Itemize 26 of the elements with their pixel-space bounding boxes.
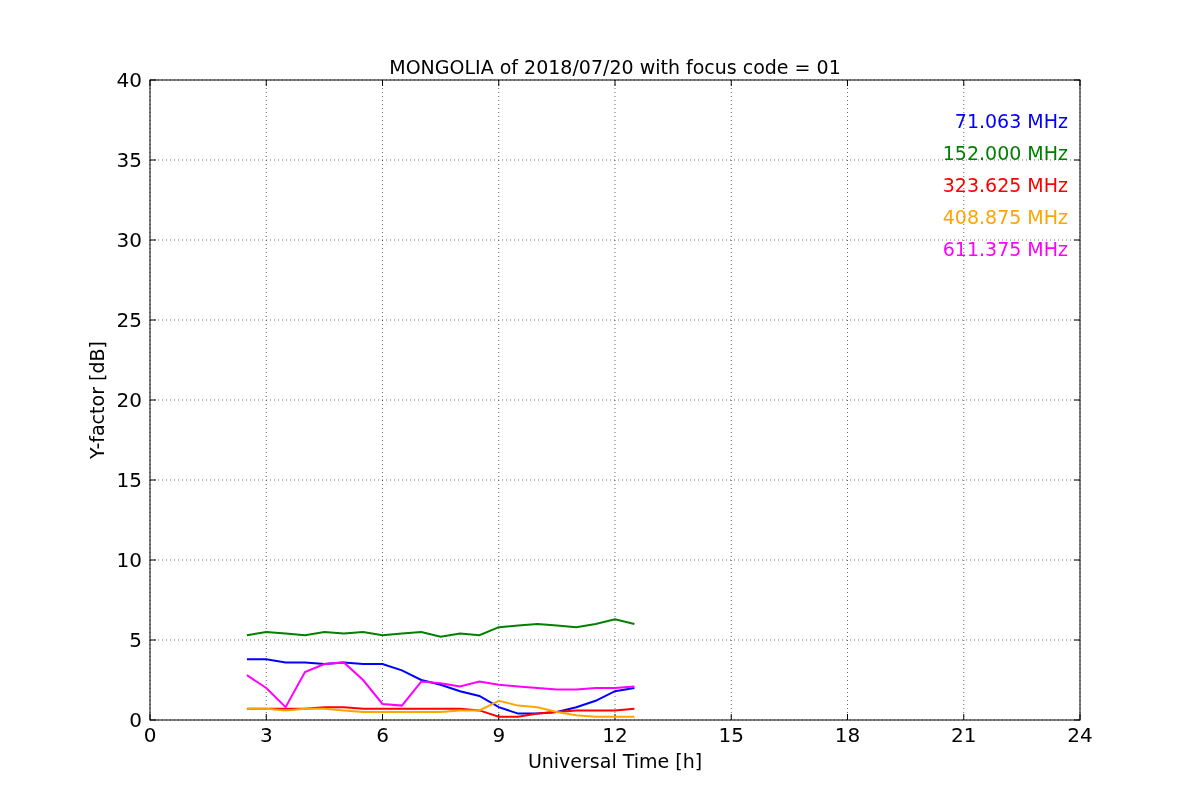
legend-label: 611.375 MHz bbox=[942, 238, 1068, 260]
x-tick-label: 6 bbox=[376, 723, 389, 747]
x-tick-label: 21 bbox=[951, 723, 977, 747]
legend-label: 71.063 MHz bbox=[954, 110, 1068, 132]
x-axis-label: Universal Time [h] bbox=[527, 750, 703, 772]
y-tick-label: 35 bbox=[116, 148, 142, 172]
x-tick-label: 9 bbox=[492, 723, 506, 747]
y-tick-label: 30 bbox=[116, 228, 142, 252]
x-tick-label: 18 bbox=[834, 723, 861, 747]
y-tick-label: 40 bbox=[116, 68, 142, 92]
y-tick-label: 5 bbox=[129, 628, 142, 652]
y-tick-label: 25 bbox=[116, 308, 142, 332]
y-tick-label: 20 bbox=[116, 388, 142, 412]
x-tick-label: 24 bbox=[1067, 723, 1093, 747]
x-tick-label: 12 bbox=[602, 723, 628, 747]
y-axis-label: Y-factor [dB] bbox=[86, 341, 108, 459]
legend-label: 323.625 MHz bbox=[942, 174, 1068, 196]
legend-label: 408.875 MHz bbox=[942, 206, 1068, 228]
x-tick-label: 3 bbox=[259, 723, 273, 747]
chart-title: MONGOLIA of 2018/07/20 with focus code = 01 bbox=[389, 56, 841, 78]
y-tick-label: 0 bbox=[129, 708, 142, 732]
legend-label: 152.000 MHz bbox=[942, 142, 1068, 164]
x-tick-label: 15 bbox=[718, 723, 744, 747]
x-tick-label: 0 bbox=[143, 723, 157, 747]
y-tick-label: 10 bbox=[116, 548, 142, 572]
y-tick-label: 15 bbox=[116, 468, 142, 492]
